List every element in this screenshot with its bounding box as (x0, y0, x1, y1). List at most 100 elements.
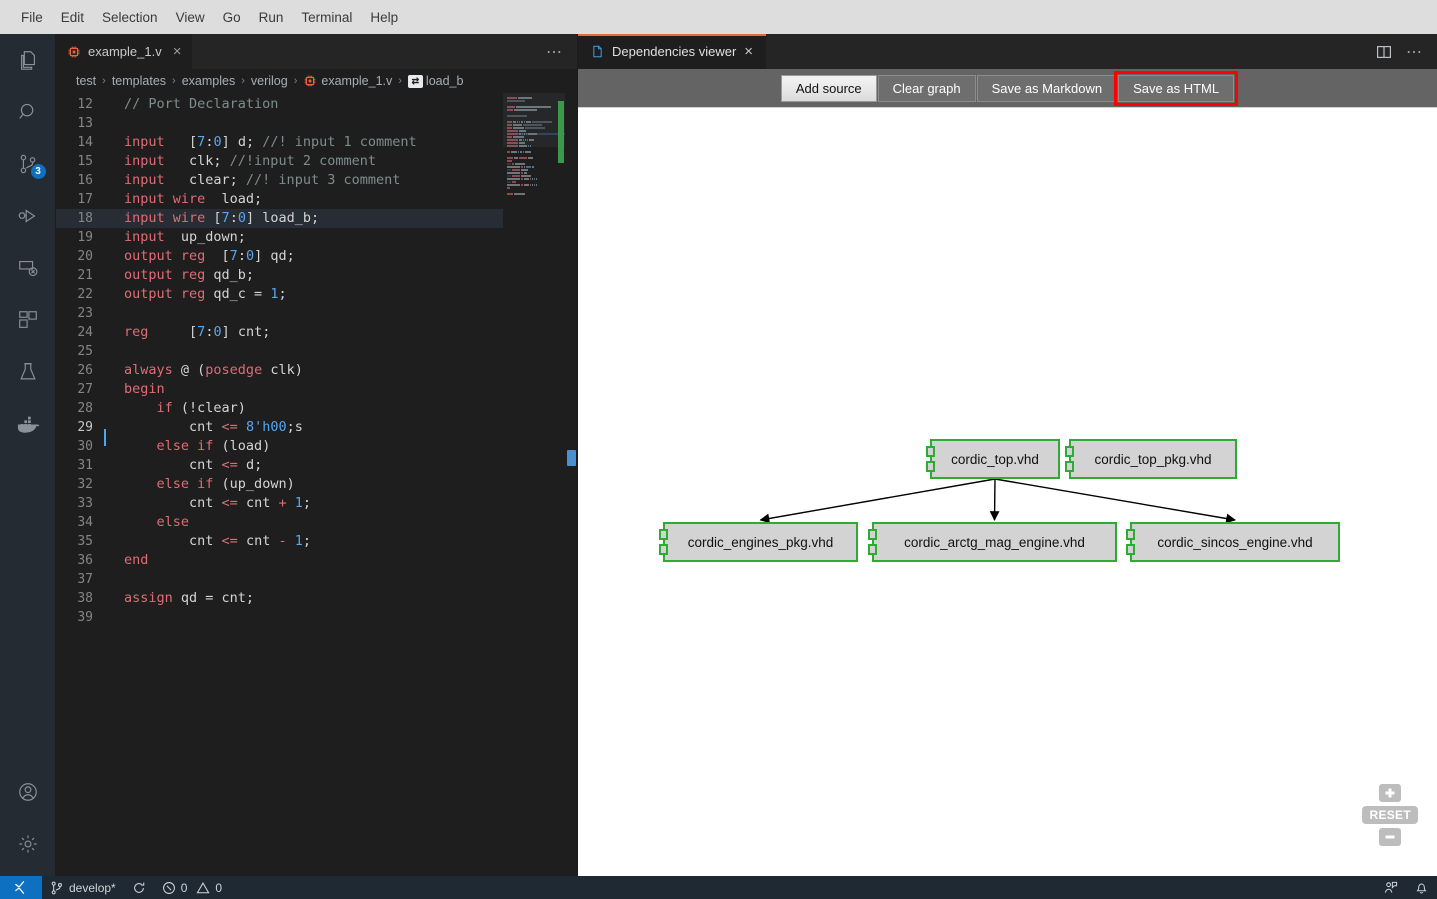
code-editor[interactable]: 12 // Port Declaration 13 14 input [7:0] d; … (56, 93, 577, 876)
code-line[interactable]: 25 (56, 342, 577, 361)
code-line[interactable]: 17 input wire load; (56, 190, 577, 209)
menu-item-view[interactable]: View (167, 7, 214, 28)
code-line[interactable]: 32 else if (up_down) (56, 475, 577, 494)
code-line[interactable]: 35 cnt <= cnt - 1; (56, 532, 577, 551)
tab-close-icon[interactable]: × (173, 44, 182, 59)
code-line[interactable]: 26 always @ (posedge clk) (56, 361, 577, 380)
split-editor-icon[interactable] (1376, 44, 1392, 60)
breadcrumb-item-verilog[interactable]: verilog (251, 74, 288, 88)
status-branch[interactable]: develop* (42, 876, 124, 899)
breadcrumb-item-test[interactable]: test (76, 74, 96, 88)
menu-item-edit[interactable]: Edit (52, 7, 93, 28)
code-line[interactable]: 21 output reg qd_b; (56, 266, 577, 285)
activity-item-run-and-debug[interactable] (0, 190, 56, 242)
breadcrumb-item-file[interactable]: example_1.v (303, 74, 392, 88)
code-line[interactable]: 30 else if (load) (56, 437, 577, 456)
menu-item-terminal[interactable]: Terminal (292, 7, 361, 28)
feedback-icon (1384, 881, 1398, 893)
minimap[interactable] (503, 93, 565, 876)
graph-node-cordic_engines_pkg[interactable]: cordic_engines_pkg.vhd (659, 522, 858, 562)
status-problems[interactable]: 0 0 (154, 876, 230, 899)
clear-graph-button[interactable]: Clear graph (877, 74, 976, 102)
editor-more-actions-icon[interactable]: ⋯ (546, 42, 563, 62)
breadcrumb-item-examples[interactable]: examples (182, 74, 236, 88)
activity-item-search[interactable] (0, 86, 56, 138)
activity-bar: 3 (0, 34, 56, 876)
code-line[interactable]: 12 // Port Declaration (56, 95, 577, 114)
code-line[interactable]: 38 assign qd = cnt; (56, 589, 577, 608)
status-warning-count: 0 (215, 880, 223, 895)
node-port-top[interactable] (868, 529, 877, 540)
code-line[interactable]: 36 end (56, 551, 577, 570)
activity-item-docker[interactable] (0, 398, 56, 450)
activity-item-settings[interactable] (0, 818, 56, 870)
zoom-out-button[interactable] (1379, 828, 1402, 846)
editor-scrollbar[interactable] (565, 93, 577, 876)
node-port-top[interactable] (659, 529, 668, 540)
node-port-top[interactable] (1065, 446, 1074, 457)
line-number: 36 (77, 553, 93, 568)
add-source-button[interactable]: Add source (780, 74, 877, 102)
code-line[interactable]: 16 input clear; //! input 3 comment (56, 171, 577, 190)
code-line[interactable]: 37 (56, 570, 577, 589)
code-line[interactable]: 15 input clk; //!input 2 comment (56, 152, 577, 171)
code-line[interactable]: 33 cnt <= cnt + 1; (56, 494, 577, 513)
code-line[interactable]: 31 cnt <= d; (56, 456, 577, 475)
dependency-graph[interactable]: cordic_top.vhd cordic_top_pkg.vhd cordic_e… (578, 108, 1437, 876)
viewer-more-actions-icon[interactable]: ⋯ (1406, 42, 1423, 62)
line-number: 32 (77, 477, 93, 492)
node-port-bottom[interactable] (1126, 544, 1135, 555)
status-remote-button[interactable] (0, 876, 42, 899)
code-line[interactable]: 18 input wire [7:0] load_b; (56, 209, 577, 228)
code-line[interactable]: 29 cnt <= 8'h00;s (56, 418, 577, 446)
status-feedback-button[interactable] (1375, 876, 1406, 899)
menu-item-help[interactable]: Help (361, 7, 407, 28)
node-port-top[interactable] (926, 446, 935, 457)
minus-icon (1385, 835, 1395, 839)
node-port-bottom[interactable] (868, 544, 877, 555)
menu-item-file[interactable]: File (12, 7, 52, 28)
node-port-bottom[interactable] (1065, 461, 1074, 472)
breadcrumb-item-symbol[interactable]: ⇄ load_b (407, 74, 463, 88)
activity-item-source-control[interactable]: 3 (0, 138, 56, 190)
code-line[interactable]: 22 output reg qd_c = 1; (56, 285, 577, 304)
zoom-in-button[interactable] (1379, 784, 1402, 802)
menu-item-selection[interactable]: Selection (93, 7, 167, 28)
activity-item-accounts[interactable] (0, 766, 56, 818)
graph-node-cordic_top[interactable]: cordic_top.vhd (926, 439, 1060, 479)
activity-item-explorer[interactable] (0, 34, 56, 86)
save-as-markdown-button[interactable]: Save as Markdown (976, 74, 1118, 102)
code-line[interactable]: 28 if (!clear) (56, 399, 577, 418)
code-line[interactable]: 13 (56, 114, 577, 133)
minimap-slider[interactable] (503, 93, 565, 147)
code-line[interactable]: 39 (56, 608, 577, 627)
status-bar: develop* 0 0 (0, 876, 1437, 899)
breadcrumb-item-templates[interactable]: templates (112, 74, 166, 88)
zoom-reset-button[interactable]: RESET (1362, 806, 1418, 824)
graph-node-cordic_sincos_engine[interactable]: cordic_sincos_engine.vhd (1126, 522, 1340, 562)
code-line[interactable]: 19 input up_down; (56, 228, 577, 247)
code-line[interactable]: 27 begin (56, 380, 577, 399)
graph-node-cordic_arctg_mag_engine[interactable]: cordic_arctg_mag_engine.vhd (868, 522, 1117, 562)
node-port-top[interactable] (1126, 529, 1135, 540)
tab-example-1-v[interactable]: example_1.v × (56, 34, 193, 69)
status-notifications-button[interactable] (1406, 876, 1437, 899)
code-line[interactable]: 24 reg [7:0] cnt; (56, 323, 577, 342)
viewer-tab-close-icon[interactable]: × (744, 43, 753, 60)
node-port-bottom[interactable] (659, 544, 668, 555)
node-port-bottom[interactable] (926, 461, 935, 472)
code-line[interactable]: 23 (56, 304, 577, 323)
editor-actions: ⋯ (546, 34, 577, 69)
activity-item-testing[interactable] (0, 346, 56, 398)
menu-item-go[interactable]: Go (214, 7, 250, 28)
code-line[interactable]: 34 else (56, 513, 577, 532)
code-line[interactable]: 20 output reg [7:0] qd; (56, 247, 577, 266)
menu-item-run[interactable]: Run (250, 7, 293, 28)
tab-dependencies-viewer[interactable]: Dependencies viewer × (578, 34, 767, 69)
code-line[interactable]: 14 input [7:0] d; //! input 1 comment (56, 133, 577, 152)
activity-item-extensions[interactable] (0, 294, 56, 346)
status-sync-button[interactable] (124, 876, 154, 899)
activity-item-remote-explorer[interactable] (0, 242, 56, 294)
graph-node-cordic_top_pkg[interactable]: cordic_top_pkg.vhd (1065, 439, 1237, 479)
save-as-html-button[interactable]: Save as HTML (1114, 70, 1239, 106)
